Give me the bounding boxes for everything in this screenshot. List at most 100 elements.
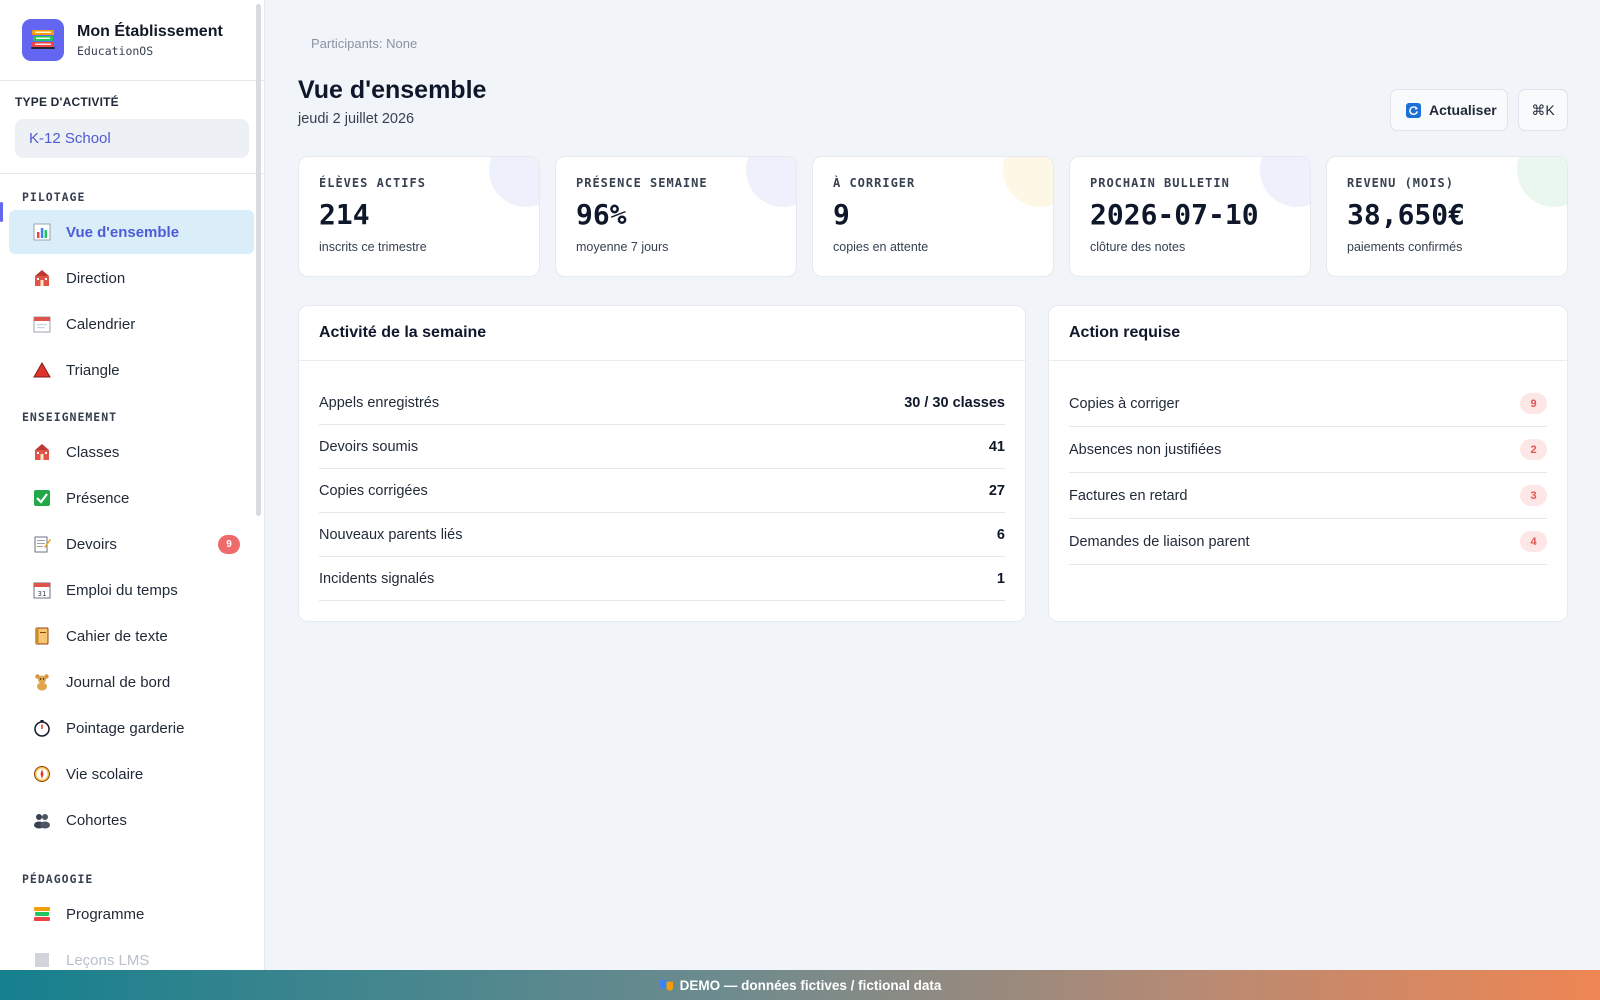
school-building-icon <box>33 269 51 287</box>
refresh-icon <box>1406 102 1421 118</box>
count-badge: 2 <box>1520 439 1547 460</box>
calendar-icon <box>33 315 51 333</box>
sidebar-item-overview[interactable]: Vue d'ensemble <box>0 202 254 254</box>
kpi-subtitle: moyenne 7 jours <box>576 240 669 254</box>
row-label: Absences non justifiées <box>1069 441 1222 458</box>
sidebar-item-label: Vue d'ensemble <box>66 223 180 241</box>
row-label: Nouveaux parents liés <box>319 526 463 543</box>
kpi-subtitle: copies en attente <box>833 240 929 254</box>
kpi-subtitle: paiements confirmés <box>1347 240 1463 254</box>
sidebar-item-timetable[interactable]: 31 Emploi du temps <box>9 568 254 612</box>
brand-title: Mon Établissement <box>77 22 223 40</box>
school-building-icon <box>33 443 51 461</box>
teddy-bear-icon <box>33 673 51 691</box>
compass-icon <box>33 765 51 783</box>
brand-header: Mon Établissement EducationOS <box>0 0 264 81</box>
row-value: 1 <box>996 570 1005 587</box>
row-label: Demandes de liaison parent <box>1069 533 1250 550</box>
sidebar-item-label: Triangle <box>66 361 120 379</box>
row-label: Devoirs soumis <box>319 438 419 455</box>
checkmark-box-icon <box>33 489 51 507</box>
kpi-subtitle: inscrits ce trimestre <box>319 240 427 254</box>
kpi-value: 96% <box>576 198 627 231</box>
breadcrumb: Participants: None <box>311 36 418 51</box>
nav-section-pilotage: PILOTAGE <box>22 190 86 204</box>
panel-title: Activité de la semaine <box>299 306 1025 361</box>
activity-type-label: TYPE D'ACTIVITÉ <box>15 95 119 109</box>
row-label: Incidents signalés <box>319 570 435 587</box>
sidebar-item-classes[interactable]: Classes <box>9 430 254 474</box>
activity-type: TYPE D'ACTIVITÉ K-12 School <box>0 81 264 174</box>
list-item: Devoirs soumis 41 <box>319 425 1005 469</box>
sidebar-item-program[interactable]: Programme <box>9 892 254 936</box>
sidebar-item-textbook[interactable]: Cahier de texte <box>9 614 254 658</box>
theater-masks-icon <box>659 978 674 993</box>
action-item[interactable]: Factures en retard 3 <box>1069 473 1547 519</box>
sidebar-item-label: Direction <box>66 269 126 287</box>
sidebar-scrollbar[interactable] <box>256 4 261 516</box>
sidebar-item-cohorts[interactable]: Cohortes <box>9 798 254 842</box>
refresh-button-label: Actualiser <box>1429 102 1497 118</box>
command-palette-button[interactable]: ⌘K <box>1518 89 1568 131</box>
bar-chart-icon <box>33 223 51 241</box>
action-item[interactable]: Absences non justifiées 2 <box>1069 427 1547 473</box>
sidebar-item-label: Journal de bord <box>66 673 171 691</box>
sidebar-item-direction[interactable]: Direction <box>9 256 254 300</box>
list-item: Copies corrigées 27 <box>319 469 1005 513</box>
kpi-card-active-students: ÉLÈVES ACTIFS 214 inscrits ce trimestre <box>298 156 540 277</box>
sidebar-item-label: Cohortes <box>66 811 127 829</box>
action-required-panel: Action requise Copies à corriger 9 Absen… <box>1048 305 1568 622</box>
sidebar-item-label: Calendrier <box>66 315 136 333</box>
sidebar-item-label: Pointage garderie <box>66 719 185 737</box>
panel-title: Action requise <box>1049 306 1567 361</box>
row-value: 6 <box>996 526 1005 543</box>
sidebar-item-label: Vie scolaire <box>66 765 144 783</box>
books-logo-icon <box>22 19 64 61</box>
count-badge: 3 <box>1520 485 1547 506</box>
lesson-icon <box>33 951 51 969</box>
kpi-cards: ÉLÈVES ACTIFS 214 inscrits ce trimestre … <box>298 156 1568 277</box>
sidebar-item-daycare[interactable]: Pointage garderie <box>9 706 254 750</box>
demo-banner-text: DEMO — données fictives / fictional data <box>679 977 942 993</box>
action-item[interactable]: Copies à corriger 9 <box>1069 381 1547 427</box>
sidebar-item-label: Présence <box>66 489 130 507</box>
sidebar-item-calendar[interactable]: Calendrier <box>9 302 254 346</box>
page-title: Vue d'ensemble <box>298 76 487 104</box>
action-item[interactable]: Demandes de liaison parent 4 <box>1069 519 1547 565</box>
kpi-value: 2026-07-10 <box>1090 198 1259 231</box>
brand-subtitle: EducationOS <box>77 43 154 58</box>
row-label: Copies corrigées <box>319 482 428 499</box>
svg-text:31: 31 <box>38 590 47 598</box>
row-value: 30 / 30 classes <box>904 394 1005 411</box>
refresh-button[interactable]: Actualiser <box>1390 89 1508 131</box>
sidebar-item-label: Cahier de texte <box>66 627 168 645</box>
sidebar-item-logbook[interactable]: Journal de bord <box>9 660 254 704</box>
activity-type-select[interactable]: K-12 School <box>15 119 249 158</box>
books-icon <box>33 905 51 923</box>
sidebar-item-label: Devoirs <box>66 535 117 553</box>
calendar-date-icon: 31 <box>33 581 51 599</box>
page-date: jeudi 2 juillet 2026 <box>298 111 415 127</box>
kpi-value: 9 <box>833 198 850 231</box>
row-label: Factures en retard <box>1069 487 1188 504</box>
kpi-card-to-grade: À CORRIGER 9 copies en attente <box>812 156 1054 277</box>
notebook-icon <box>33 627 51 645</box>
stopwatch-icon <box>33 719 51 737</box>
sidebar-item-presence[interactable]: Présence <box>9 476 254 520</box>
demo-banner: DEMO — données fictives / fictional data <box>0 970 1600 1000</box>
count-badge: 9 <box>1520 393 1547 414</box>
list-item: Appels enregistrés 30 / 30 classes <box>319 381 1005 425</box>
nav-section-pedagogie: PÉDAGOGIE <box>22 872 94 886</box>
kpi-card-monthly-revenue: REVENU (MOIS) 38,650€ paiements confirmé… <box>1326 156 1568 277</box>
row-label: Copies à corriger <box>1069 395 1180 412</box>
count-badge: 4 <box>1520 531 1547 552</box>
weekly-activity-panel: Activité de la semaine Appels enregistré… <box>298 305 1026 622</box>
people-group-icon <box>33 811 51 829</box>
sidebar-item-school-life[interactable]: Vie scolaire <box>9 752 254 796</box>
sidebar: Mon Établissement EducationOS TYPE D'ACT… <box>0 0 265 1000</box>
nav-section-enseignement: ENSEIGNEMENT <box>22 410 118 424</box>
sidebar-item-triangle[interactable]: Triangle <box>9 348 254 392</box>
kpi-subtitle: clôture des notes <box>1090 240 1186 254</box>
memo-icon <box>33 535 51 553</box>
sidebar-item-homework[interactable]: Devoirs 9 <box>9 522 254 566</box>
